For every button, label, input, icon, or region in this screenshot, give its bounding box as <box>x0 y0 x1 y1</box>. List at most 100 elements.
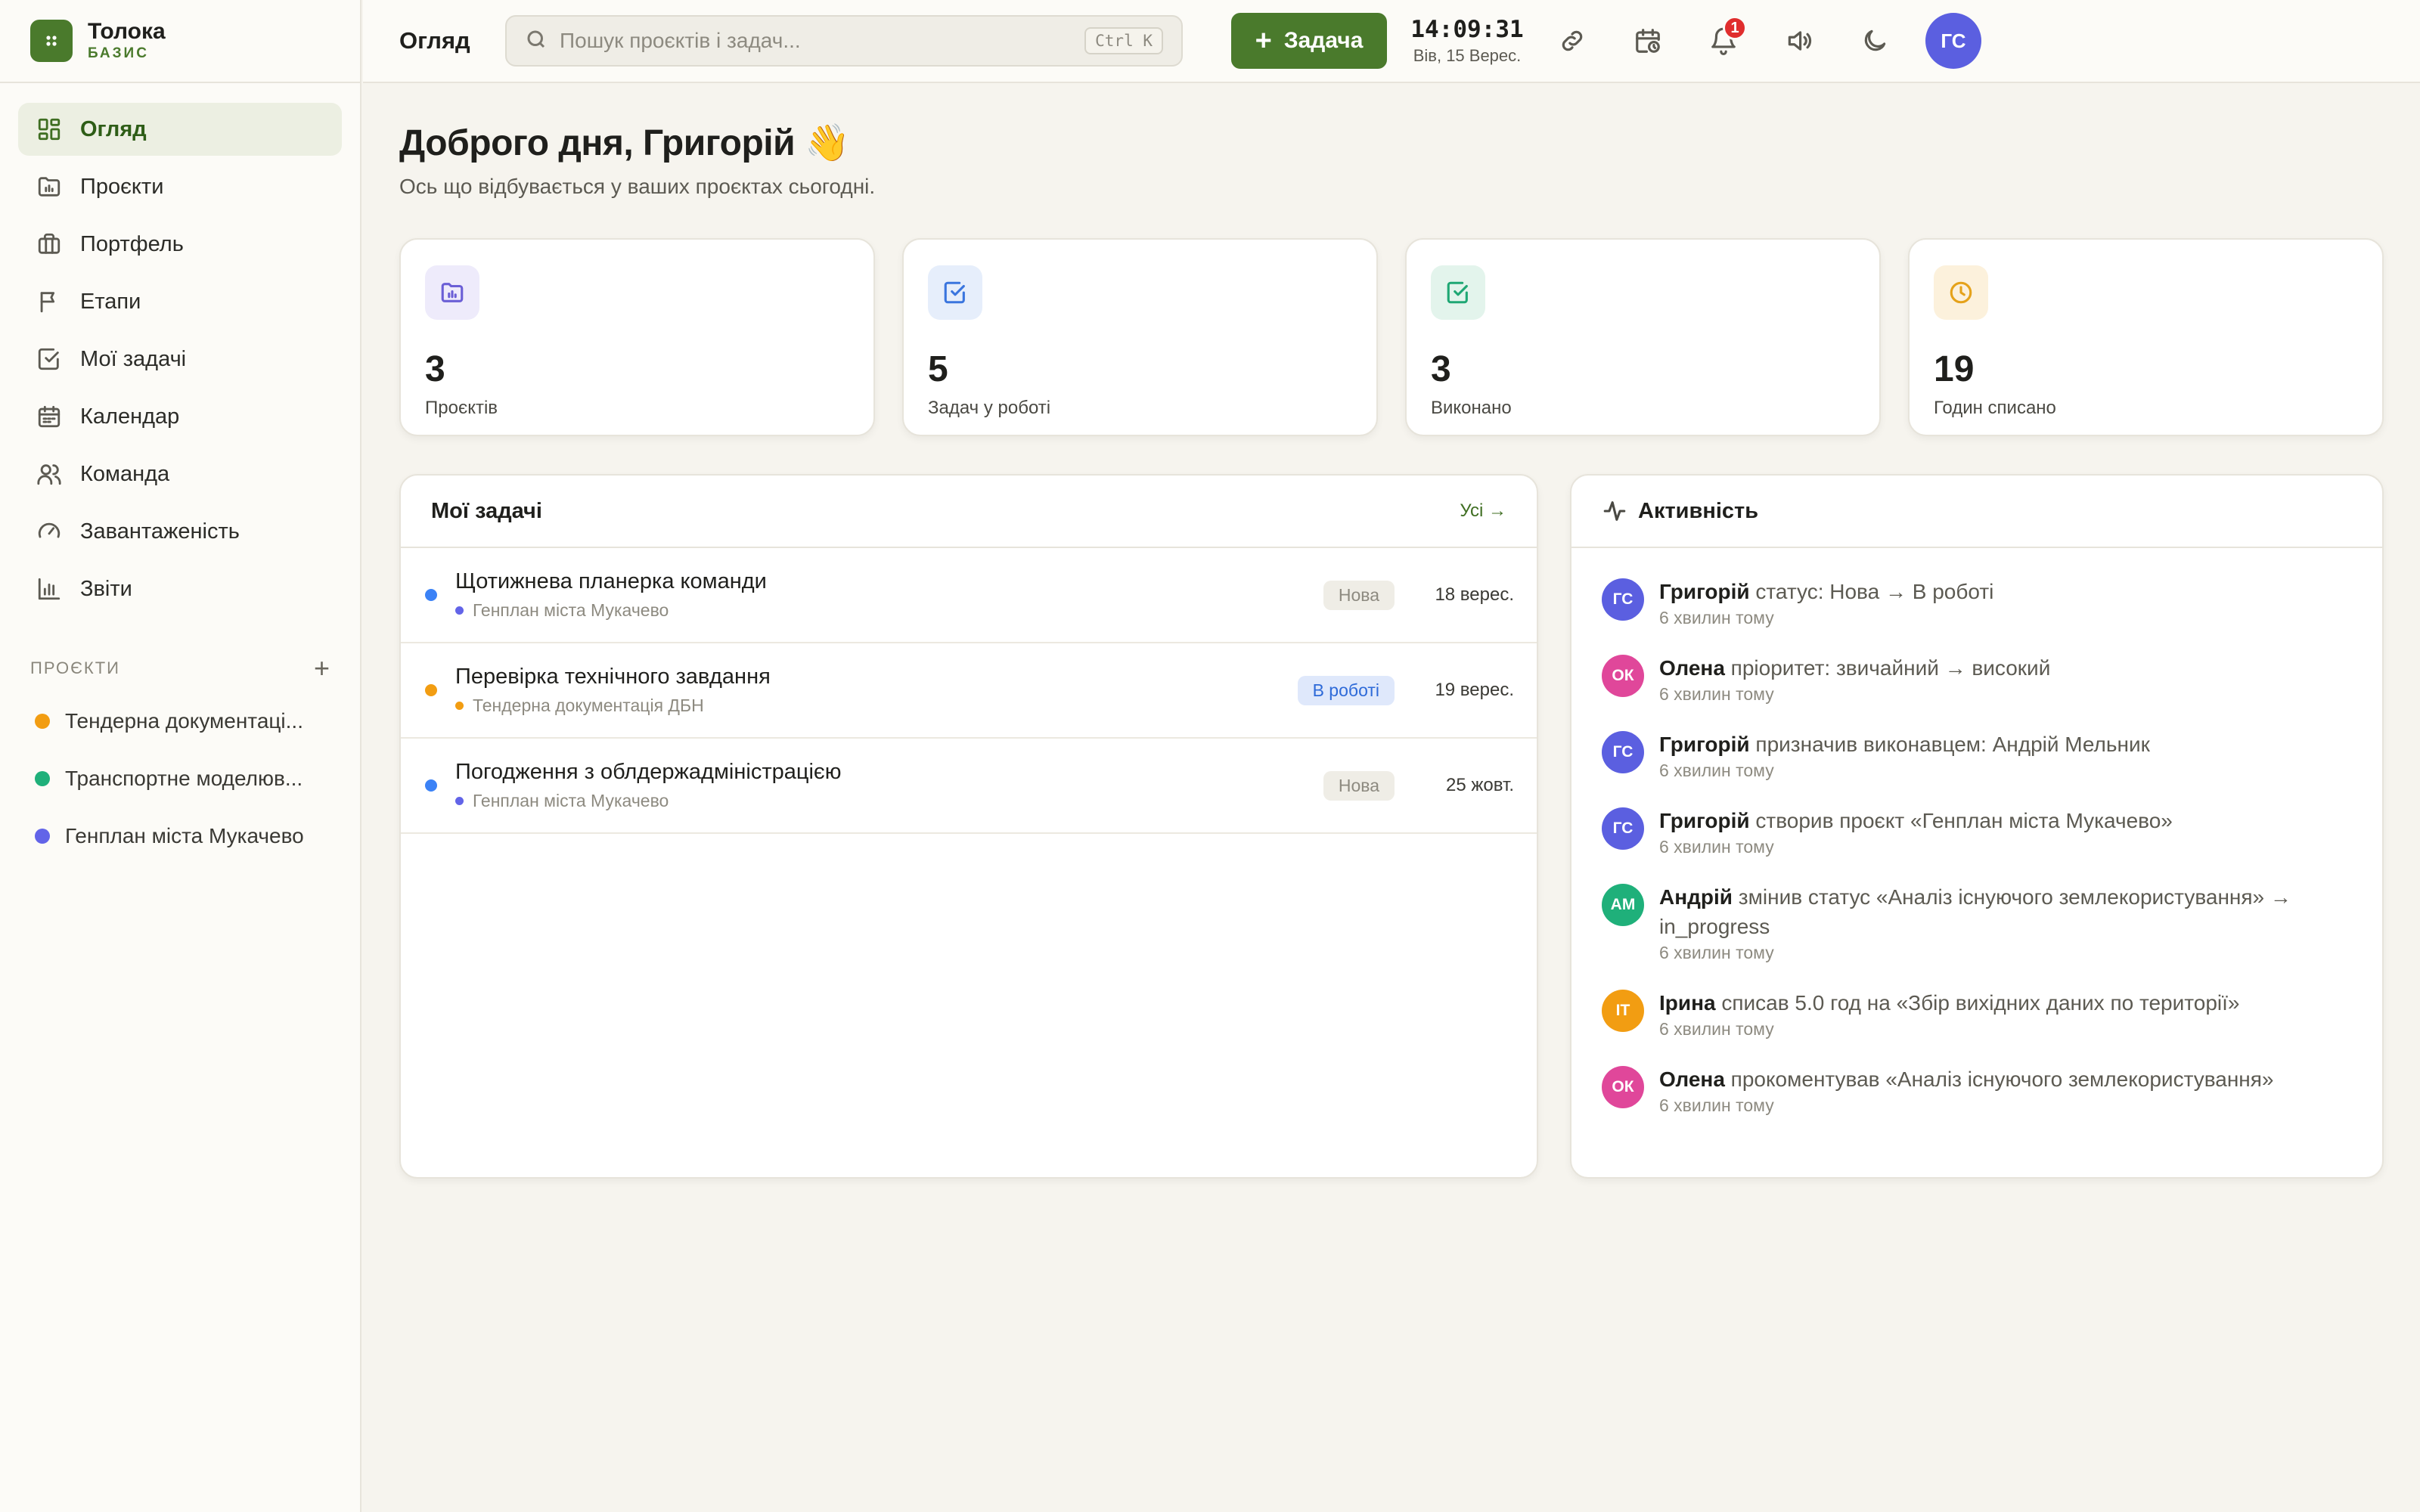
stat-value: 19 <box>1934 349 1975 389</box>
stats-row: 3 Проєктів 5 Задач у роботі 3 Виконано 1… <box>399 238 2384 436</box>
activity-text: створив проєкт «Генплан міста Мукачево» <box>1755 809 2173 832</box>
brand-logo-icon <box>30 20 73 62</box>
sidebar-item-projects[interactable]: Проєкти <box>18 160 342 213</box>
activity-actor: Ірина <box>1659 991 1716 1015</box>
avatar: ОК <box>1602 1066 1644 1108</box>
activity-time: 6 хвилин тому <box>1659 1095 1774 1115</box>
sidebar-item-reports[interactable]: Звіти <box>18 562 342 615</box>
sidebar-item-milestones[interactable]: Етапи <box>18 275 342 328</box>
activity-item: ГС Григорій створив проєкт «Генплан міст… <box>1602 806 2352 858</box>
brand-subtitle: БАЗИС <box>88 45 149 61</box>
stat-card-done[interactable]: 3 Виконано <box>1405 238 1881 436</box>
activity-time: 6 хвилин тому <box>1659 837 1774 857</box>
stat-label: Годин списано <box>1934 398 2056 418</box>
sidebar-item-label: Календар <box>80 404 180 429</box>
sidebar-project-item[interactable]: Генплан міста Мукачево <box>18 807 342 865</box>
activity-actor: Григорій <box>1659 809 1750 832</box>
brand[interactable]: Толока БАЗИС <box>0 0 360 83</box>
sidebar-item-label: Проєкти <box>80 174 164 199</box>
task-project: Генплан міста Мукачево <box>455 600 1323 621</box>
sidebar-project-label: Тендерна документаці... <box>65 709 303 733</box>
activity-time: 6 хвилин тому <box>1659 684 1774 704</box>
gauge-icon <box>36 519 62 544</box>
task-title: Щотижнева планерка команди <box>455 569 767 593</box>
notifications-button[interactable]: 1 <box>1696 13 1751 69</box>
speaker-icon <box>1788 31 1812 51</box>
clock: 14:09:31 Вів, 15 Верес. <box>1410 16 1525 66</box>
link-button[interactable] <box>1544 13 1600 69</box>
activity-actor: Григорій <box>1659 580 1750 603</box>
sidebar-item-my-tasks[interactable]: Мої задачі <box>18 333 342 386</box>
panel-title-wrap: Активність <box>1602 498 1758 524</box>
projects-heading: ПРОЄКТИ <box>30 658 120 677</box>
activity-item: ГС Григорій статус: Нова → В роботі 6 хв… <box>1602 577 2352 629</box>
task-row[interactable]: Перевірка технічного завдання Тендерна д… <box>401 643 1537 739</box>
panel-title: Мої задачі <box>431 498 542 523</box>
sidebar-project-item[interactable]: Тендерна документаці... <box>18 692 342 750</box>
sidebar-item-overview[interactable]: Огляд <box>18 103 342 156</box>
search-input[interactable] <box>560 29 1085 53</box>
task-row[interactable]: Погодження з облдержадміністрацією Генпл… <box>401 739 1537 834</box>
avatar: ГС <box>1602 731 1644 773</box>
calendar-clock-button[interactable] <box>1620 13 1676 69</box>
project-color-dot <box>455 797 464 805</box>
users-icon <box>36 461 62 487</box>
sound-button[interactable] <box>1771 13 1827 69</box>
add-task-button[interactable]: + Задача <box>1231 13 1387 69</box>
stat-card-in-progress[interactable]: 5 Задач у роботі <box>902 238 1378 436</box>
topbar: Огляд Ctrl K + Задача 14:09:31 Вів, 15 В… <box>363 0 2420 83</box>
greeting-heading: Доброго дня, Григорій 👋 <box>399 123 850 163</box>
avatar: ГС <box>1602 807 1644 850</box>
project-color-dot <box>35 714 50 729</box>
projects-section-header: ПРОЄКТИ + <box>0 652 360 684</box>
activity-text: призначив виконавцем: Андрій Мельник <box>1755 733 2150 756</box>
avatar: ОК <box>1602 655 1644 697</box>
activity-item: АМ Андрій змінив статус «Аналіз існуючог… <box>1602 882 2352 964</box>
sidebar-item-label: Команда <box>80 461 170 486</box>
sidebar-nav: Огляд Проєкти Портфель Етапи Мої задачі … <box>0 83 360 615</box>
activity-actor: Олена <box>1659 1067 1725 1091</box>
sidebar-item-label: Звіти <box>80 576 132 601</box>
main-content: Доброго дня, Григорій 👋 Ось що відбуваєт… <box>399 83 2384 1179</box>
sidebar-item-portfolio[interactable]: Портфель <box>18 218 342 271</box>
stat-value: 5 <box>928 349 948 389</box>
sidebar-item-label: Огляд <box>80 116 147 141</box>
stat-card-hours[interactable]: 19 Годин списано <box>1908 238 2384 436</box>
stat-card-projects[interactable]: 3 Проєктів <box>399 238 875 436</box>
task-status-dot <box>425 684 437 696</box>
greeting-subtitle: Ось що відбувається у ваших проєктах сьо… <box>399 175 876 198</box>
activity-panel: Активність ГС Григорій статус: Нова → В … <box>1570 474 2384 1179</box>
calendar-icon <box>36 404 62 429</box>
theme-toggle-button[interactable] <box>1847 13 1903 69</box>
search-box[interactable]: Ctrl K <box>505 15 1183 67</box>
clock-icon <box>1934 265 1988 320</box>
stat-label: Задач у роботі <box>928 398 1051 418</box>
sidebar-project-item[interactable]: Транспортне моделюв... <box>18 750 342 807</box>
task-row[interactable]: Щотижнева планерка команди Генплан міста… <box>401 548 1537 643</box>
add-project-icon[interactable]: + <box>314 652 330 684</box>
activity-text: пріоритет: звичайний → високий <box>1730 656 2051 680</box>
all-tasks-link[interactable]: Усі → <box>1460 500 1506 522</box>
project-color-dot <box>35 771 50 786</box>
sidebar-item-workload[interactable]: Завантаженість <box>18 505 342 558</box>
avatar: ІТ <box>1602 990 1644 1032</box>
folder-chart-icon <box>36 174 62 200</box>
user-avatar[interactable]: ГС <box>1925 13 1981 69</box>
activity-time: 6 хвилин тому <box>1659 608 1774 627</box>
notification-count-badge: 1 <box>1723 16 1747 40</box>
panels-row: Мої задачі Усі → Щотижнева планерка кома… <box>399 474 2384 1179</box>
activity-item: ІТ Ірина списав 5.0 год на «Збір вихідни… <box>1602 988 2352 1040</box>
plus-icon: + <box>1255 25 1272 57</box>
task-due-date: 18 верес. <box>1435 584 1514 605</box>
sidebar-item-calendar[interactable]: Календар <box>18 390 342 443</box>
stat-label: Виконано <box>1431 398 1512 418</box>
folder-chart-icon <box>425 265 479 320</box>
project-color-dot <box>35 829 50 844</box>
task-project-label: Генплан міста Мукачево <box>473 600 669 620</box>
sidebar-item-team[interactable]: Команда <box>18 448 342 500</box>
page-title: Огляд <box>399 27 470 54</box>
task-title: Перевірка технічного завдання <box>455 665 771 689</box>
activity-text: списав 5.0 год на «Збір вихідних даних п… <box>1721 991 2240 1015</box>
panel-header: Активність <box>1571 476 2382 548</box>
task-due-date: 19 верес. <box>1435 680 1514 700</box>
